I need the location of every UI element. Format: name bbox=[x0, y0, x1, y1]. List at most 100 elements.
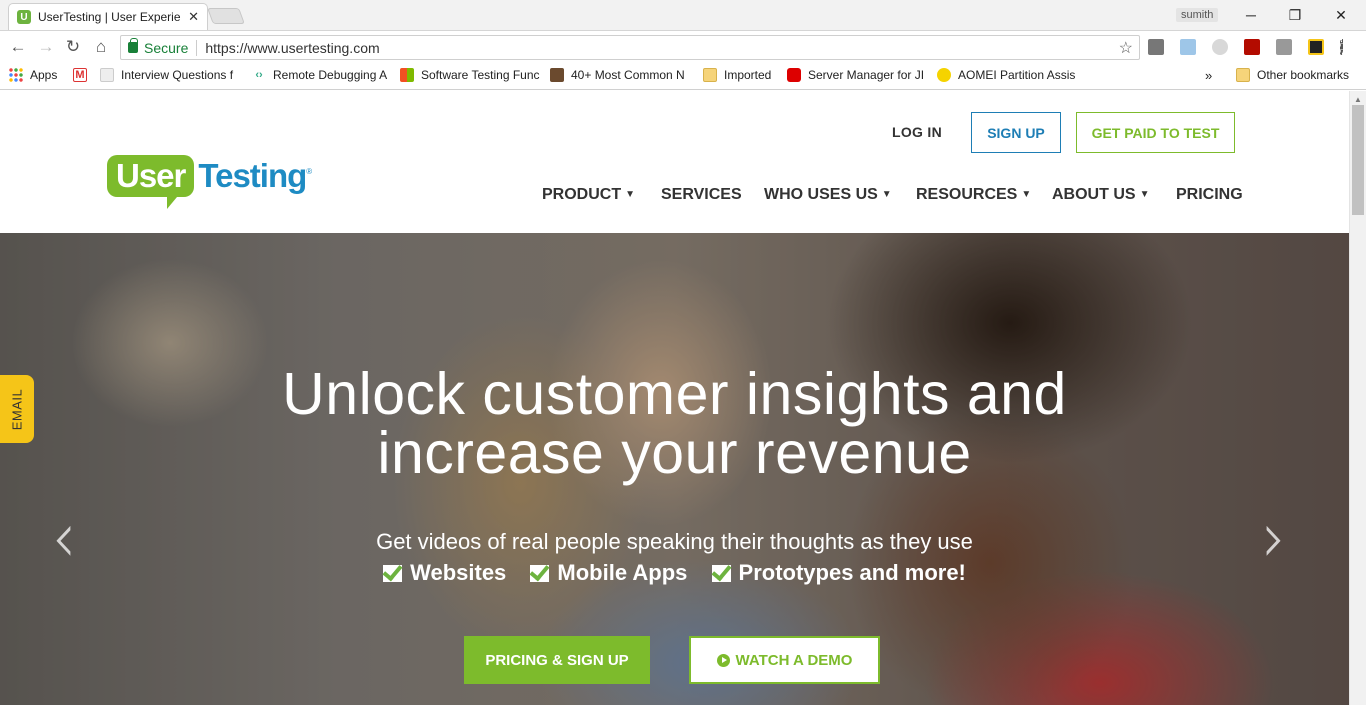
nav-label: PRICING bbox=[1176, 186, 1243, 203]
hero-features: Websites Mobile Apps Prototypes and more… bbox=[0, 560, 1349, 588]
oracle-icon bbox=[787, 68, 801, 82]
watch-demo-label: WATCH A DEMO bbox=[735, 651, 853, 669]
bookmark-label: Interview Questions f bbox=[121, 68, 234, 82]
bookmark-apps[interactable]: Apps bbox=[9, 68, 57, 82]
folder-icon bbox=[1236, 68, 1250, 82]
usertesting-logo[interactable]: User Testing ® bbox=[107, 155, 313, 209]
bookmark-label: Apps bbox=[30, 68, 58, 82]
bookmark-label: AOMEI Partition Assis bbox=[958, 68, 1076, 82]
nav-services[interactable]: SERVICES bbox=[661, 186, 742, 204]
nav-resources[interactable]: RESOURCES ▼ bbox=[916, 186, 1031, 204]
checkbox-check-icon bbox=[711, 564, 731, 582]
logo-registered: ® bbox=[306, 167, 313, 176]
watch-demo-button[interactable]: WATCH A DEMO bbox=[689, 636, 880, 684]
omnibox-divider bbox=[196, 39, 198, 56]
bookmark-label: Remote Debugging A bbox=[273, 68, 388, 82]
caret-down-icon: ▼ bbox=[881, 189, 892, 200]
extension-g-icon[interactable] bbox=[1276, 39, 1292, 55]
nav-who-uses-us[interactable]: WHO USES US ▼ bbox=[764, 186, 892, 204]
forward-arrow-icon[interactable]: → bbox=[36, 37, 56, 57]
feature-label: Mobile Apps bbox=[557, 560, 688, 585]
bookmark-label: Software Testing Func bbox=[421, 68, 540, 82]
nav-label: ABOUT US bbox=[1052, 186, 1136, 203]
bookmark-star-icon[interactable]: ☆ bbox=[1119, 38, 1133, 58]
scroll-up-icon[interactable]: ▲ bbox=[1354, 95, 1362, 104]
bookmark-common[interactable]: 40+ Most Common N bbox=[550, 68, 690, 82]
sign-up-button[interactable]: SIGN UP bbox=[971, 112, 1061, 153]
browser-tab[interactable]: U UserTesting | User Experie ✕ bbox=[8, 3, 208, 30]
restore-icon[interactable]: ❐ bbox=[1272, 4, 1318, 26]
feature-label: Websites bbox=[410, 560, 507, 585]
hero-subline: Get videos of real people speaking their… bbox=[376, 529, 973, 554]
bookmark-interview-questions[interactable]: Interview Questions f bbox=[100, 68, 240, 82]
folder-icon bbox=[703, 68, 717, 82]
tab-close-icon[interactable]: ✕ bbox=[188, 9, 199, 25]
extension-snowflake-icon[interactable] bbox=[1212, 39, 1228, 55]
bookmark-remote-debugging[interactable]: ‹› Remote Debugging A bbox=[252, 68, 392, 82]
lock-icon bbox=[128, 38, 138, 53]
reload-icon[interactable]: ↻ bbox=[63, 37, 83, 57]
book-icon bbox=[550, 68, 564, 82]
hero-banner: EMAIL ‹ › Unlock customer insights and i… bbox=[0, 233, 1349, 705]
usertesting-favicon-icon: U bbox=[17, 10, 31, 24]
pricing-signup-button[interactable]: PRICING & SIGN UP bbox=[464, 636, 650, 684]
microsoft-icon bbox=[400, 68, 414, 82]
caret-down-icon: ▼ bbox=[1139, 189, 1150, 200]
nav-label: PRODUCT bbox=[542, 186, 622, 203]
bookmark-label: Imported bbox=[724, 68, 772, 82]
profile-name[interactable]: sumith bbox=[1176, 8, 1219, 22]
bookmark-gmail[interactable]: M bbox=[73, 68, 94, 82]
headline-line-1: Unlock customer insights and bbox=[282, 361, 1067, 427]
extension-edit-icon[interactable] bbox=[1180, 39, 1196, 55]
window-close-icon[interactable]: ✕ bbox=[1318, 4, 1364, 26]
new-tab-button[interactable] bbox=[207, 8, 245, 24]
checkbox-check-icon bbox=[530, 564, 550, 582]
extension-pocket-icon[interactable] bbox=[1148, 39, 1164, 55]
bookmark-label: Other bookmarks bbox=[1257, 68, 1350, 82]
feature-item: Prototypes and more! bbox=[711, 560, 966, 586]
checkbox-check-icon bbox=[383, 564, 403, 582]
bookmark-software-testing[interactable]: Software Testing Func bbox=[400, 68, 540, 82]
gmail-icon: M bbox=[73, 68, 87, 82]
bookmark-label: Server Manager for JI bbox=[808, 68, 925, 82]
code-icon: ‹› bbox=[252, 68, 266, 82]
page-scrollbar[interactable]: ▲ bbox=[1349, 91, 1366, 705]
nav-product[interactable]: PRODUCT ▼ bbox=[542, 186, 635, 204]
get-paid-button[interactable]: GET PAID TO TEST bbox=[1076, 112, 1235, 153]
feature-label: Prototypes and more! bbox=[738, 560, 966, 585]
play-icon bbox=[716, 653, 730, 667]
page-icon bbox=[100, 68, 114, 82]
bookmark-imported[interactable]: Imported bbox=[703, 68, 771, 82]
feature-item: Websites bbox=[383, 560, 506, 586]
bookmark-aomei[interactable]: AOMEI Partition Assis bbox=[937, 68, 1077, 82]
hero-headline: Unlock customer insights and increase yo… bbox=[0, 365, 1349, 483]
nav-label: WHO USES US bbox=[764, 186, 878, 203]
nav-label: SERVICES bbox=[661, 186, 742, 203]
minimize-icon[interactable]: ─ bbox=[1228, 4, 1274, 26]
home-icon[interactable]: ⌂ bbox=[91, 37, 111, 57]
caret-down-icon: ▼ bbox=[625, 189, 636, 200]
nav-about-us[interactable]: ABOUT US ▼ bbox=[1052, 186, 1149, 204]
aomei-icon bbox=[937, 68, 951, 82]
bookmarks-overflow[interactable]: » bbox=[1205, 68, 1212, 83]
site-header: User Testing ® LOG IN SIGN UP GET PAID T… bbox=[0, 91, 1349, 233]
bookmark-other[interactable]: Other bookmarks bbox=[1236, 68, 1349, 82]
back-arrow-icon[interactable]: ← bbox=[8, 37, 28, 57]
extension-e-icon[interactable] bbox=[1308, 39, 1324, 55]
apps-grid-icon bbox=[9, 68, 23, 82]
bookmark-label: 40+ Most Common N bbox=[571, 68, 685, 82]
login-link[interactable]: LOG IN bbox=[892, 124, 942, 140]
address-toolbar: ← → ↻ ⌂ Secure https://www.usertesting.c… bbox=[0, 30, 1366, 63]
browser-tab-bar: U UserTesting | User Experie ✕ sumith ─ … bbox=[0, 0, 1366, 30]
chrome-menu-icon[interactable] bbox=[1340, 39, 1344, 55]
extension-pdf-icon[interactable] bbox=[1244, 39, 1260, 55]
nav-label: RESOURCES bbox=[916, 186, 1018, 203]
address-bar[interactable]: Secure https://www.usertesting.com ☆ bbox=[120, 35, 1140, 60]
feature-item: Mobile Apps bbox=[530, 560, 687, 586]
url-text[interactable]: https://www.usertesting.com bbox=[205, 40, 379, 56]
bookmark-server-manager[interactable]: Server Manager for JI bbox=[787, 68, 927, 82]
scrollbar-thumb[interactable] bbox=[1352, 105, 1364, 215]
headline-line-2: increase your revenue bbox=[377, 420, 972, 486]
logo-testing: Testing bbox=[198, 157, 307, 194]
nav-pricing[interactable]: PRICING bbox=[1176, 186, 1243, 204]
